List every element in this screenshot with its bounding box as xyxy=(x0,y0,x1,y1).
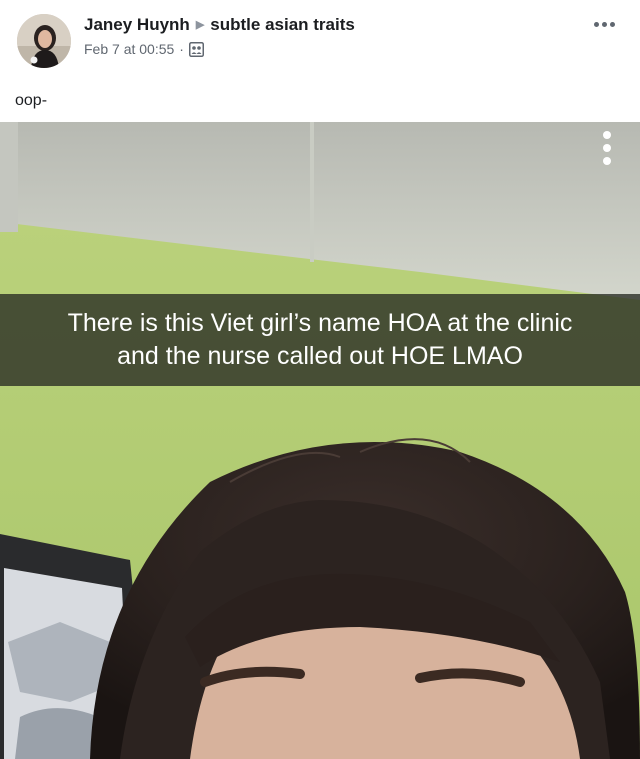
group-members-icon xyxy=(188,42,204,57)
post-timestamp[interactable]: Feb 7 at 00:55 xyxy=(84,41,174,57)
meta-separator: · xyxy=(179,41,184,57)
more-options-dot xyxy=(609,21,615,27)
triangle-right-icon: ▶ xyxy=(195,19,205,31)
more-options-dot xyxy=(601,21,607,27)
post-photo[interactable]: There is this Viet girl’s name HOA at th… xyxy=(0,122,640,759)
post-card: Janey Huynh ▶ subtle asian traits Feb 7 at… xyxy=(0,0,640,759)
more-options-button[interactable] xyxy=(590,14,618,34)
group-name[interactable]: subtle asian traits xyxy=(210,15,355,34)
more-options-icon xyxy=(593,21,599,27)
menu-dot xyxy=(603,144,611,152)
post-header: Janey Huynh ▶ subtle asian traits Feb 7 at… xyxy=(0,0,640,80)
snap-caption: There is this Viet girl’s name HOA at th… xyxy=(0,294,640,386)
post-text: oop- xyxy=(15,92,48,109)
menu-dot xyxy=(603,131,611,139)
photo-illustration xyxy=(0,122,640,759)
author-name[interactable]: Janey Huynh xyxy=(84,15,190,34)
vertical-dots-icon[interactable] xyxy=(601,131,613,165)
caption-line: and the nurse called out HOE LMAO xyxy=(117,342,523,370)
author-group-line: Janey Huynh ▶ subtle asian traits xyxy=(84,15,355,35)
avatar[interactable] xyxy=(17,14,71,68)
menu-dot xyxy=(603,157,611,165)
post-meta: Feb 7 at 00:55 · xyxy=(84,40,204,58)
caption-line: There is this Viet girl’s name HOA at th… xyxy=(67,309,573,337)
